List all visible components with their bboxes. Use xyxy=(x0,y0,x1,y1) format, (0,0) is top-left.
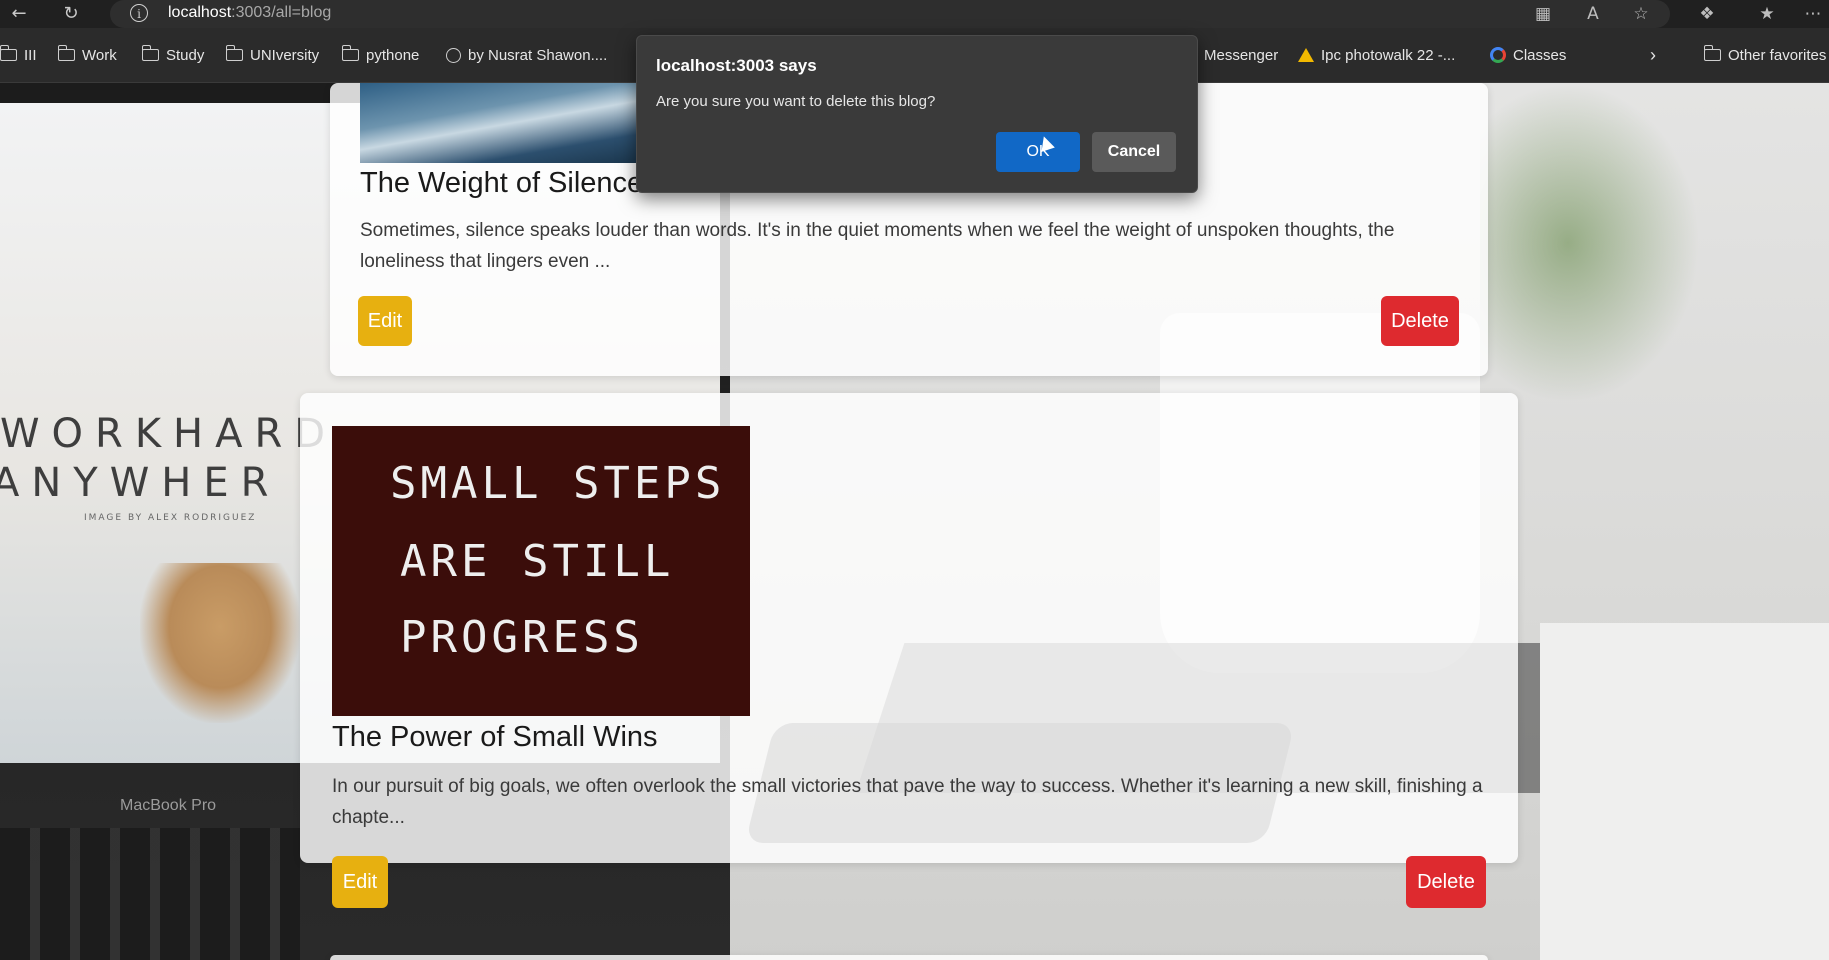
bookmark-other-favorites[interactable]: Other favorites xyxy=(1703,28,1826,82)
laptop-headline-1: WORKHARD xyxy=(0,411,338,457)
info-icon[interactable]: i xyxy=(130,4,148,22)
folder-icon xyxy=(341,45,359,61)
folder-icon xyxy=(141,45,159,61)
bookmark-work[interactable]: Work xyxy=(57,28,117,82)
blog-image: SMALL STEPS ARE STILL PROGRESS xyxy=(332,426,750,716)
favorite-star-icon[interactable]: ☆ xyxy=(1628,2,1654,26)
blog-title: The Power of Small Wins xyxy=(332,721,658,753)
image-chalk-line-3: PROGRESS xyxy=(400,612,644,663)
laptop-rock-image xyxy=(140,563,300,723)
more-icon[interactable]: ⋯ xyxy=(1800,2,1826,26)
back-icon[interactable]: ← xyxy=(6,2,32,26)
extensions-icon[interactable]: ❖ xyxy=(1694,2,1720,26)
drive-icon xyxy=(1298,48,1314,62)
globe-icon xyxy=(446,47,461,63)
page-viewport[interactable]: WORKHARD ANYWHER IMAGE BY ALEX RODRIGUEZ… xyxy=(0,83,1829,960)
address-text[interactable]: localhost:3003/all=blog xyxy=(168,4,331,22)
image-chalk-line-1: SMALL STEPS xyxy=(390,458,726,509)
blog-excerpt: Sometimes, silence speaks louder than wo… xyxy=(360,220,1395,272)
edit-button[interactable]: Edit xyxy=(332,856,388,908)
folder-icon xyxy=(225,45,243,61)
bookmark-nusrat-shawon[interactable]: by Nusrat Shawon.... xyxy=(446,28,607,82)
image-chalk-line-2: ARE STILL xyxy=(400,536,675,587)
blog-image xyxy=(360,83,665,163)
blog-card xyxy=(330,955,1488,960)
google-icon xyxy=(1490,47,1506,63)
address-host: localhost xyxy=(168,4,232,21)
blog-excerpt: In our pursuit of big goals, we often ov… xyxy=(332,776,1483,828)
bookmark-pythone[interactable]: pythone xyxy=(341,28,419,82)
chevron-right-icon[interactable]: › xyxy=(1650,28,1656,82)
bookmark-study[interactable]: Study xyxy=(141,28,204,82)
bookmark-ipc-photowalk[interactable]: Ipc photowalk 22 -... xyxy=(1298,28,1455,82)
edit-button[interactable]: Edit xyxy=(358,296,412,346)
delete-button[interactable]: Delete xyxy=(1381,296,1459,346)
favorites-icon[interactable]: ★ xyxy=(1754,2,1780,26)
laptop-headline-2: ANYWHER xyxy=(0,460,281,506)
bookmark-apps[interactable]: III xyxy=(0,28,37,82)
bookmark-messenger[interactable]: Messenger xyxy=(1204,28,1278,82)
bookmark-classes[interactable]: Classes xyxy=(1490,28,1566,82)
browser-toolbar: ← ↻ i localhost:3003/all=blog ▦ A ☆ ❖ ★ … xyxy=(0,0,1829,28)
cancel-button[interactable]: Cancel xyxy=(1092,132,1176,172)
folder-icon xyxy=(57,45,75,61)
folder-icon xyxy=(0,45,17,61)
refresh-icon[interactable]: ↻ xyxy=(58,2,84,26)
read-aloud-icon[interactable]: A xyxy=(1580,2,1606,26)
folder-icon xyxy=(1703,45,1721,61)
address-bar[interactable]: i localhost:3003/all=blog ▦ A ☆ xyxy=(110,0,1670,28)
background-table xyxy=(1540,623,1829,960)
blog-card: SMALL STEPS ARE STILL PROGRESS The Power… xyxy=(300,393,1518,908)
blog-title: The Weight of Silence xyxy=(360,167,644,199)
laptop-model-label: MacBook Pro xyxy=(120,797,217,814)
bookmark-university[interactable]: UNIversity xyxy=(225,28,319,82)
dialog-message: Are you sure you want to delete this blo… xyxy=(656,93,936,110)
address-path: :3003/all=blog xyxy=(231,4,332,21)
laptop-credit: IMAGE BY ALEX RODRIGUEZ xyxy=(84,513,257,523)
delete-button[interactable]: Delete xyxy=(1406,856,1486,908)
app-available-icon[interactable]: ▦ xyxy=(1530,2,1556,26)
background-plant xyxy=(1480,83,1700,403)
dialog-title: localhost:3003 says xyxy=(656,56,817,75)
confirm-dialog: localhost:3003 says Are you sure you wan… xyxy=(636,35,1198,193)
laptop-keyboard xyxy=(0,828,300,960)
